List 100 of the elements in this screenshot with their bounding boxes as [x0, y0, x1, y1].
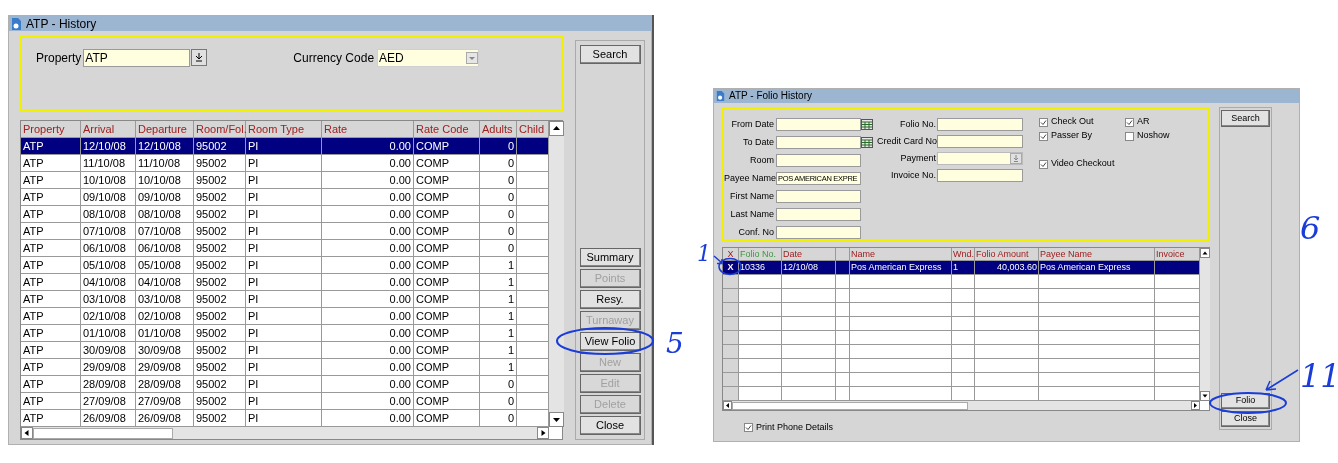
handwritten-number: 1 [697, 243, 711, 265]
row-header[interactable] [723, 345, 739, 359]
table-row[interactable]: ATP 26/09/08 26/09/08 95002 PI 0.00 COMP 0 [21, 410, 549, 427]
row-header[interactable] [723, 289, 739, 303]
table-row[interactable]: X 10336 12/10/08 Pos American Express 1 40,003.60 Pos American Express [723, 261, 1200, 275]
calendar-icon[interactable] [861, 137, 873, 148]
scroll-right-icon[interactable] [1191, 401, 1200, 410]
vertical-scrollbar[interactable] [1200, 248, 1210, 401]
checkbox[interactable] [1125, 131, 1134, 141]
checkbox-label: Print Phone Details [756, 421, 834, 434]
field-label: Credit Card No. [877, 134, 937, 148]
field-label: Invoice No. [889, 168, 937, 182]
table-row[interactable]: ATP 28/09/08 28/09/08 95002 PI 0.00 COMP 0 [21, 376, 549, 393]
field-label: Last Name [729, 207, 775, 221]
property-field[interactable]: ATP [83, 49, 191, 67]
table-row[interactable]: ATP 06/10/08 06/10/08 95002 PI 0.00 COMP 0 [21, 240, 549, 257]
scroll-left-icon[interactable] [21, 427, 33, 439]
checkbox-label: Noshow [1137, 129, 1170, 143]
input-field[interactable] [776, 226, 861, 239]
table-row[interactable]: ATP 03/10/08 03/10/08 95002 PI 0.00 COMP 1 [21, 291, 549, 308]
input-field[interactable] [937, 169, 1023, 182]
table-row[interactable] [723, 359, 1200, 373]
checkbox-label: AR [1137, 115, 1150, 129]
toolbar-button[interactable]: Close [579, 416, 641, 435]
checkbox[interactable] [1039, 159, 1048, 169]
row-header[interactable] [723, 303, 739, 317]
dropdown-button-icon[interactable] [191, 49, 208, 66]
checkbox[interactable] [1125, 117, 1134, 127]
toolbar-button[interactable]: View Folio [579, 332, 641, 351]
field-label: First Name [729, 189, 775, 203]
row-header[interactable] [723, 317, 739, 331]
input-field[interactable] [937, 118, 1023, 131]
input-field[interactable] [776, 190, 861, 203]
caret-icon [466, 52, 479, 64]
row-header[interactable] [723, 275, 739, 289]
table-row[interactable]: ATP 01/10/08 01/10/08 95002 PI 0.00 COMP 1 [21, 325, 549, 342]
toolbar-button[interactable]: Summary [579, 248, 641, 267]
payment-dropdown[interactable] [937, 152, 1023, 165]
input-field[interactable] [776, 208, 861, 221]
table-row[interactable]: ATP 29/09/08 29/09/08 95002 PI 0.00 COMP 1 [21, 359, 549, 376]
vertical-scrollbar[interactable] [549, 121, 564, 427]
checkbox-label: Video Checkout [1051, 157, 1115, 171]
table-row[interactable]: ATP 27/09/08 27/09/08 95002 PI 0.00 COMP 0 [21, 393, 549, 410]
horizontal-scrollbar[interactable] [723, 401, 1200, 410]
horizontal-scrollbar[interactable] [21, 427, 549, 439]
field-label: Payee Name [724, 171, 776, 185]
row-header[interactable] [723, 331, 739, 345]
table-row[interactable]: ATP 08/10/08 08/10/08 95002 PI 0.00 COMP 0 [21, 206, 549, 223]
table-row[interactable]: ATP 10/10/08 10/10/08 95002 PI 0.00 COMP 0 [21, 172, 549, 189]
scroll-up-icon[interactable] [1200, 248, 1210, 258]
search-button[interactable]: Search [579, 45, 641, 64]
field-label: Room [749, 153, 775, 167]
checkbox[interactable] [1039, 117, 1048, 127]
scroll-up-icon[interactable] [549, 121, 564, 136]
field-label: Property [36, 50, 82, 67]
scroll-right-icon[interactable] [537, 427, 549, 439]
field-label: Payment [899, 151, 937, 165]
checkbox[interactable] [744, 423, 753, 433]
row-header[interactable] [723, 373, 739, 387]
table-row[interactable]: ATP 30/09/08 30/09/08 95002 PI 0.00 COMP 1 [21, 342, 549, 359]
input-field[interactable] [776, 118, 861, 131]
app-icon [716, 91, 725, 101]
toolbar-button[interactable]: Resy. [579, 290, 641, 309]
input-field[interactable] [776, 154, 861, 167]
table-row[interactable]: ATP 09/10/08 09/10/08 95002 PI 0.00 COMP 0 [21, 189, 549, 206]
scrollbar-thumb[interactable] [732, 401, 968, 410]
table-row[interactable]: ATP 07/10/08 07/10/08 95002 PI 0.00 COMP 0 [21, 223, 549, 240]
row-header[interactable] [723, 359, 739, 373]
table-row[interactable] [723, 275, 1200, 289]
currency-code-dropdown[interactable]: AED [377, 49, 480, 67]
handwritten-number: 11 [1300, 360, 1338, 392]
scroll-down-icon[interactable] [549, 412, 564, 427]
table-row[interactable] [723, 317, 1200, 331]
table-row[interactable]: ATP 05/10/08 05/10/08 95002 PI 0.00 COMP 1 [21, 257, 549, 274]
caret-icon[interactable] [1010, 153, 1022, 164]
window-title: ATP - Folio History [729, 91, 812, 101]
table-row[interactable]: ATP 02/10/08 02/10/08 95002 PI 0.00 COMP 1 [21, 308, 549, 325]
search-button[interactable]: Search [1221, 110, 1270, 127]
checkbox-label: Passer By [1051, 129, 1092, 143]
input-field[interactable] [776, 136, 861, 149]
checkbox[interactable] [1039, 131, 1048, 141]
checkbox-label: Check Out [1051, 115, 1094, 129]
field-label: Folio No. [899, 117, 937, 131]
table-row[interactable] [723, 331, 1200, 345]
field-label: To Date [741, 135, 775, 149]
calendar-icon[interactable] [861, 119, 873, 130]
scroll-down-icon[interactable] [1200, 391, 1210, 401]
scrollbar-thumb[interactable] [33, 427, 173, 439]
field-label: From Date [730, 117, 775, 131]
annotation-arrow [1262, 368, 1300, 394]
table-row[interactable]: ATP 12/10/08 12/10/08 95002 PI 0.00 COMP 0 [21, 138, 549, 155]
table-row[interactable] [723, 303, 1200, 317]
scroll-left-icon[interactable] [723, 401, 732, 410]
annotation-circle [717, 257, 743, 276]
input-field[interactable] [937, 135, 1023, 148]
table-row[interactable]: ATP 11/10/08 11/10/08 95002 PI 0.00 COMP 0 [21, 155, 549, 172]
field-label: Conf. No [737, 225, 775, 239]
table-row[interactable]: ATP 04/10/08 04/10/08 95002 PI 0.00 COMP 1 [21, 274, 549, 291]
table-row[interactable] [723, 345, 1200, 359]
table-row[interactable] [723, 289, 1200, 303]
